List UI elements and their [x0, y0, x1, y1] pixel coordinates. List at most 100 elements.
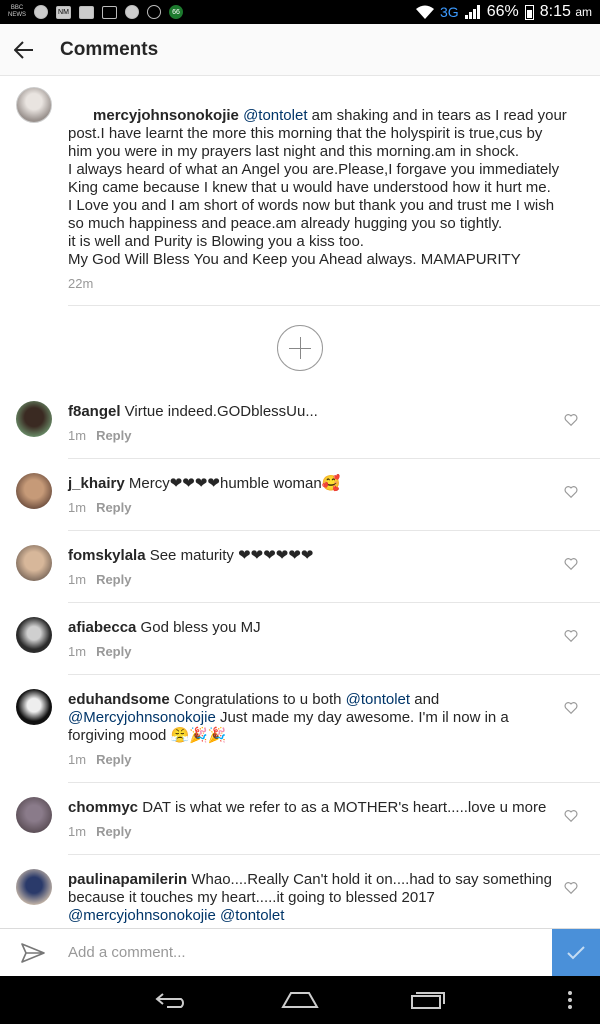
comment-text: chommyc DAT is what we refer to as a MOT… [68, 799, 552, 817]
comment-meta: 1m Reply [68, 428, 131, 443]
comment-username[interactable]: j_khairy [68, 475, 125, 492]
gallery-icon [102, 5, 117, 19]
comment-meta: 1m Reply [68, 500, 131, 515]
clock: 8:15 am [540, 3, 592, 21]
system-indicators: 3G 66% 8:15 am [416, 3, 592, 21]
divider [68, 530, 600, 531]
nav-home-button[interactable] [260, 976, 340, 1024]
comment-time: 1m [68, 428, 87, 443]
comment-meta: 1m Reply [68, 572, 131, 587]
paper-plane-icon [21, 942, 45, 963]
nav-back-button[interactable] [132, 976, 212, 1024]
mention-link[interactable]: @tontolet [243, 107, 307, 124]
status-bar: BBC NEWS NM 66 3G 66% 8:15 am [0, 0, 600, 24]
nav-recents-button[interactable] [388, 976, 468, 1024]
comment-body: and [410, 691, 440, 708]
mention-link[interactable]: @tontolet [346, 691, 410, 708]
heart-icon[interactable] [564, 809, 578, 823]
avatar[interactable] [16, 473, 52, 509]
comment-text: paulinapamilerin Whao....Really Can't ho… [68, 871, 552, 925]
mention-link[interactable]: @mercyjohnsonokojie [68, 907, 216, 924]
mention-link[interactable]: @Mercyjohnsonokojie [68, 709, 216, 726]
comment-username[interactable]: fomskylala [68, 547, 146, 564]
comment-text: f8angel Virtue indeed.GODblessUu... [68, 403, 552, 421]
clock-ampm: am [575, 5, 592, 19]
avatar[interactable] [16, 869, 52, 905]
comment-time: 1m [68, 824, 87, 839]
system-nav-bar [0, 976, 600, 1024]
avatar[interactable] [16, 797, 52, 833]
recents-icon [411, 992, 445, 1009]
reply-button[interactable]: Reply [96, 500, 131, 515]
comment-text: afiabecca God bless you MJ [68, 619, 552, 637]
battery-icon [524, 4, 534, 20]
battery-percent: 66% [486, 3, 519, 20]
notification-icons: BBC NEWS NM 66 [8, 5, 183, 19]
divider [68, 458, 600, 459]
wifi-hotspot-icon [416, 5, 435, 19]
avatar[interactable] [16, 401, 52, 437]
reply-button[interactable]: Reply [96, 824, 131, 839]
comment-username[interactable]: eduhandsome [68, 691, 170, 708]
comment-body: Congratulations to u both [169, 691, 346, 708]
post-comment-button[interactable] [552, 929, 600, 977]
badge-66-icon: 66 [169, 5, 183, 19]
divider [68, 602, 600, 603]
comment-meta: 1m Reply [68, 824, 131, 839]
mention-link[interactable]: @tontolet [220, 907, 284, 924]
reply-button[interactable]: Reply [96, 428, 131, 443]
comment-body: God bless you MJ [136, 619, 261, 636]
heart-icon[interactable] [564, 557, 578, 571]
back-arrow-icon [155, 993, 184, 1008]
avatar[interactable] [16, 689, 52, 725]
comment-username[interactable]: f8angel [68, 403, 121, 420]
heart-icon[interactable] [564, 881, 578, 895]
arrow-left-icon [14, 40, 33, 59]
bbc-news-icon: BBC NEWS [8, 5, 26, 18]
reply-button[interactable]: Reply [96, 572, 131, 587]
reply-button[interactable]: Reply [96, 644, 131, 659]
home-icon [281, 992, 319, 1008]
comment-meta: 1m Reply [68, 644, 131, 659]
comment-username[interactable]: paulinapamilerin [68, 871, 187, 888]
avatar[interactable] [16, 545, 52, 581]
comment-text: fomskylala See maturity ❤❤❤❤❤❤ [68, 547, 552, 565]
comment-list[interactable]: mercyjohnsonokojie @tontolet am shaking … [0, 77, 600, 927]
comment-time: 1m [68, 752, 87, 767]
load-more-comments-button[interactable] [277, 325, 323, 371]
comment-body: DAT is what we refer to as a MOTHER's he… [138, 799, 547, 816]
comment-body: See maturity ❤❤❤❤❤❤ [145, 547, 314, 564]
comment-text: eduhandsome Congratulations to u both @t… [68, 691, 552, 745]
mail-icon [79, 5, 94, 19]
direct-share-button[interactable] [8, 929, 58, 977]
heart-icon[interactable] [564, 485, 578, 499]
comment-time: 1m [68, 572, 87, 587]
signal-icon [464, 5, 480, 19]
page-title: Comments [60, 38, 159, 60]
comment-text: j_khairy Mercy❤❤❤❤humble woman🥰 [68, 475, 552, 493]
heart-icon[interactable] [564, 413, 578, 427]
divider [68, 674, 600, 675]
heart-icon[interactable] [564, 629, 578, 643]
divider [68, 305, 600, 306]
comment-input[interactable] [68, 944, 548, 961]
divider [68, 854, 600, 855]
reply-button[interactable]: Reply [96, 752, 131, 767]
comment-composer [0, 928, 600, 977]
checkmark-icon [567, 946, 585, 960]
clock-time: 8:15 [539, 3, 571, 20]
main-post-username[interactable]: mercyjohnsonokojie [93, 107, 239, 124]
heart-icon[interactable] [564, 701, 578, 715]
back-button[interactable] [0, 24, 48, 76]
comment-username[interactable]: afiabecca [68, 619, 136, 636]
avatar[interactable] [16, 617, 52, 653]
comment-username[interactable]: chommyc [68, 799, 138, 816]
divider [68, 782, 600, 783]
chat-icon [147, 5, 161, 19]
avatar[interactable] [16, 87, 52, 123]
app-bar: Comments [0, 24, 600, 76]
nav-menu-button[interactable] [540, 976, 600, 1024]
main-post-body: am shaking and in tears as I read your p… [68, 107, 567, 268]
comment-time: 1m [68, 500, 87, 515]
main-post-time: 22m [68, 276, 94, 291]
